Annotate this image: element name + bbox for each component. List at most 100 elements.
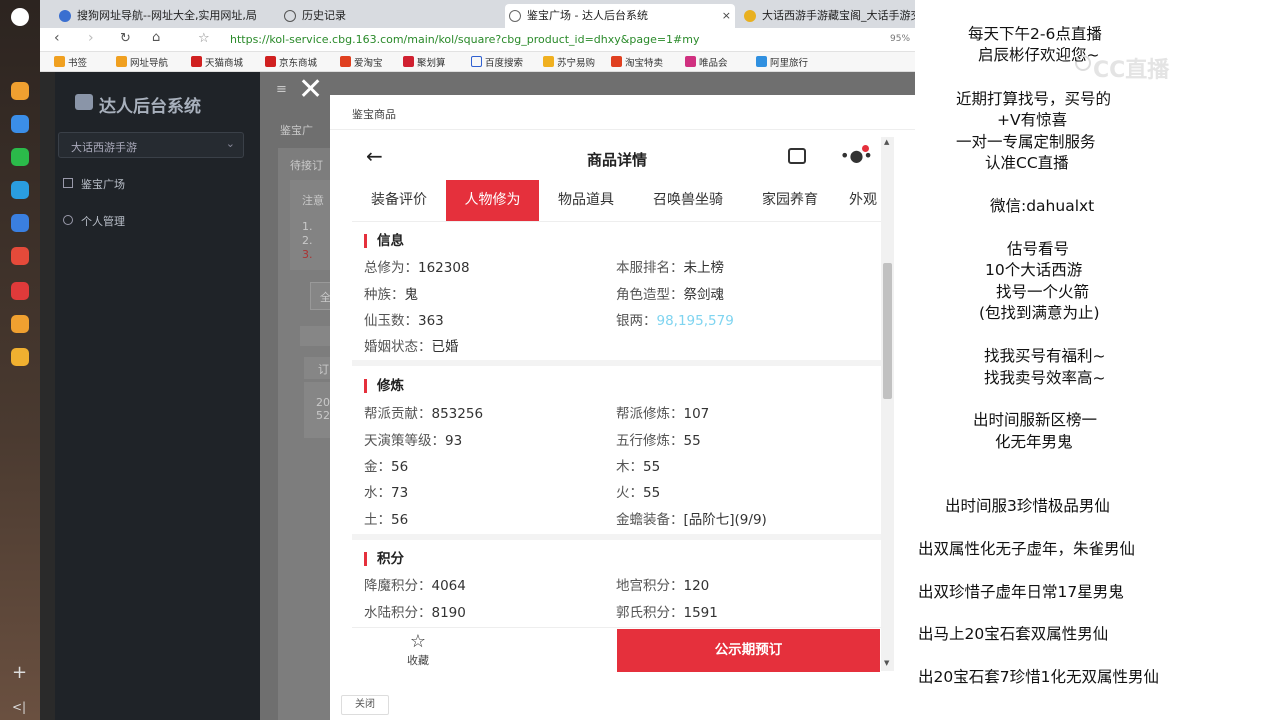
- section-title-train: 修炼: [364, 379, 404, 393]
- sidebar-item-profile[interactable]: 个人管理: [63, 213, 125, 229]
- info-model: 角色造型：祭剑魂: [616, 287, 724, 303]
- url-text[interactable]: https://kol-service.cbg.163.com/main/kol…: [230, 33, 700, 46]
- bg-notice-title: 注意: [302, 194, 324, 207]
- collapse-icon[interactable]: <|: [12, 700, 26, 714]
- notification-dot: [862, 145, 869, 152]
- bookmark-item[interactable]: 书签: [54, 55, 87, 69]
- section-title-score: 积分: [364, 552, 404, 566]
- tab-home[interactable]: 家园养育: [743, 180, 837, 221]
- bookmark-item[interactable]: 聚划算: [403, 55, 446, 69]
- close-button[interactable]: 关闭: [341, 695, 389, 715]
- tab-label: 搜狗网址导航--网址大全,实用网址,局: [77, 9, 257, 22]
- browser-tab[interactable]: 历史记录: [280, 4, 500, 28]
- browser-tab[interactable]: 搜狗网址导航--网址大全,实用网址,局: [55, 4, 275, 28]
- bookmark-item[interactable]: 阿里旅行: [756, 55, 808, 69]
- bookmark-item[interactable]: 京东商城: [265, 55, 317, 69]
- dock-app-icon[interactable]: [11, 82, 29, 100]
- bg-notice-line: 2.: [302, 234, 313, 247]
- home-icon[interactable]: ⌂: [152, 30, 160, 45]
- bookmark-item[interactable]: 唯品会: [685, 55, 728, 69]
- bg-order-label: 订: [318, 363, 329, 376]
- product-select-value: 大话西游手游: [71, 141, 137, 154]
- sidebar-item-label: 鉴宝广场: [81, 178, 125, 191]
- chevron-down-icon: ⌄: [225, 137, 235, 150]
- star-icon[interactable]: ☆: [198, 31, 210, 46]
- close-icon[interactable]: ✕: [298, 75, 323, 105]
- overlay-line: 出双珍惜子虚年日常17星男鬼: [918, 583, 1124, 601]
- dock-app-icon[interactable]: [11, 181, 29, 199]
- scrollbar[interactable]: ▲ ▼: [881, 137, 894, 671]
- bookmark-item[interactable]: 苏宁易购: [543, 55, 595, 69]
- dock-app-icon[interactable]: [11, 148, 29, 166]
- section-divider: [352, 534, 882, 540]
- tab-pets[interactable]: 召唤兽坐骑: [633, 180, 743, 221]
- bg-notice-line: 1.: [302, 220, 313, 233]
- vip-icon: [685, 56, 696, 67]
- plus-icon[interactable]: +: [12, 662, 27, 683]
- close-tab-icon[interactable]: ×: [722, 4, 731, 28]
- train-row: 木：55: [616, 459, 661, 475]
- bookmarks-bar: 书签 网址导航 天猫商城 京东商城 爱淘宝 聚划算 百度搜索 苏宁易购 淘宝特卖…: [40, 52, 915, 72]
- train-row: 天演策等级：93: [364, 433, 463, 449]
- sidebar-item-square[interactable]: 鉴宝广场: [63, 176, 125, 192]
- building-icon: [63, 178, 73, 188]
- desktop-dock: + <|: [0, 0, 40, 720]
- overlay-line: 微信:dahualxt: [990, 197, 1095, 215]
- browser-tab-active[interactable]: 鉴宝广场 - 达人后台系统 ×: [505, 4, 735, 28]
- tab-label: 历史记录: [302, 9, 346, 22]
- scroll-down-icon[interactable]: ▼: [884, 659, 889, 667]
- browser-tabbar: 搜狗网址导航--网址大全,实用网址,局 历史记录 鉴宝广场 - 达人后台系统 × …: [40, 0, 915, 28]
- scroll-up-icon[interactable]: ▲: [884, 138, 889, 146]
- dock-app-icon[interactable]: [11, 8, 29, 26]
- favorite-label: 收藏: [407, 654, 429, 667]
- forward-icon[interactable]: ›: [88, 30, 94, 46]
- section-title-info: 信息: [364, 234, 404, 248]
- tab-character[interactable]: 人物修为: [446, 180, 539, 221]
- bookmark-item[interactable]: 天猫商城: [191, 55, 243, 69]
- train-row: 水：73: [364, 485, 409, 501]
- breadcrumb: 鉴宝广: [280, 124, 313, 137]
- favorite-button[interactable]: ☆ 收藏: [398, 632, 438, 668]
- overlay-line: 化无年男鬼: [995, 433, 1073, 451]
- info-race: 种族：鬼: [364, 287, 418, 303]
- overlay-line: 出马上20宝石套双属性男仙: [918, 625, 1109, 643]
- tab-items[interactable]: 物品道具: [539, 180, 633, 221]
- bookmark-item[interactable]: 百度搜索: [471, 55, 523, 69]
- overlay-line: 认准CC直播: [985, 154, 1069, 172]
- globe-icon: [509, 10, 521, 22]
- score-row: 降魔积分：4064: [364, 578, 466, 594]
- tmall-icon: [191, 56, 202, 67]
- score-row: 水陆积分：8190: [364, 605, 466, 621]
- info-jade: 仙玉数：363: [364, 313, 444, 329]
- bookmark-item[interactable]: 网址导航: [116, 55, 168, 69]
- app-title: 达人后台系统: [99, 97, 201, 117]
- train-row: 五行修炼：55: [616, 433, 701, 449]
- reload-icon[interactable]: ↻: [120, 31, 131, 46]
- preorder-button[interactable]: 公示期预订: [617, 629, 880, 672]
- dock-app-icon[interactable]: [11, 282, 29, 300]
- product-select[interactable]: 大话西游手游 ⌄: [58, 132, 244, 158]
- dock-app-icon[interactable]: [11, 115, 29, 133]
- baidu-icon: [471, 56, 482, 67]
- browser-tab[interactable]: 大话西游手游藏宝阁_大话手游交: [740, 4, 915, 28]
- dock-app-icon[interactable]: [11, 247, 29, 265]
- overlay-line: 近期打算找号，买号的: [956, 90, 1112, 108]
- share-icon[interactable]: [788, 148, 806, 164]
- tab-appearance[interactable]: 外观: [837, 180, 882, 221]
- back-icon[interactable]: ‹: [54, 30, 60, 46]
- dock-app-icon[interactable]: [11, 348, 29, 366]
- sidebar-item-label: 个人管理: [81, 215, 125, 228]
- suning-icon: [543, 56, 554, 67]
- dock-app-icon[interactable]: [11, 214, 29, 232]
- stream-overlay: CC直播 每天下午2-6点直播 启辰彬仔欢迎您~ 近期打算找号，买号的 +V有惊…: [915, 0, 1280, 720]
- tab-equip-eval[interactable]: 装备评价: [352, 180, 446, 221]
- bookmark-item[interactable]: 淘宝特卖: [611, 55, 663, 69]
- scroll-thumb[interactable]: [883, 263, 892, 399]
- menu-toggle-icon[interactable]: ≡: [276, 82, 287, 97]
- bg-tab: 待接订: [290, 159, 323, 172]
- dock-app-icon[interactable]: [11, 315, 29, 333]
- overlay-line: 出20宝石套7珍惜1化无双属性男仙: [918, 668, 1159, 686]
- tab-label: 大话西游手游藏宝阁_大话手游交: [762, 9, 915, 22]
- bookmark-item[interactable]: 爱淘宝: [340, 55, 383, 69]
- overlay-line: 出时间服3珍惜极品男仙: [945, 497, 1110, 515]
